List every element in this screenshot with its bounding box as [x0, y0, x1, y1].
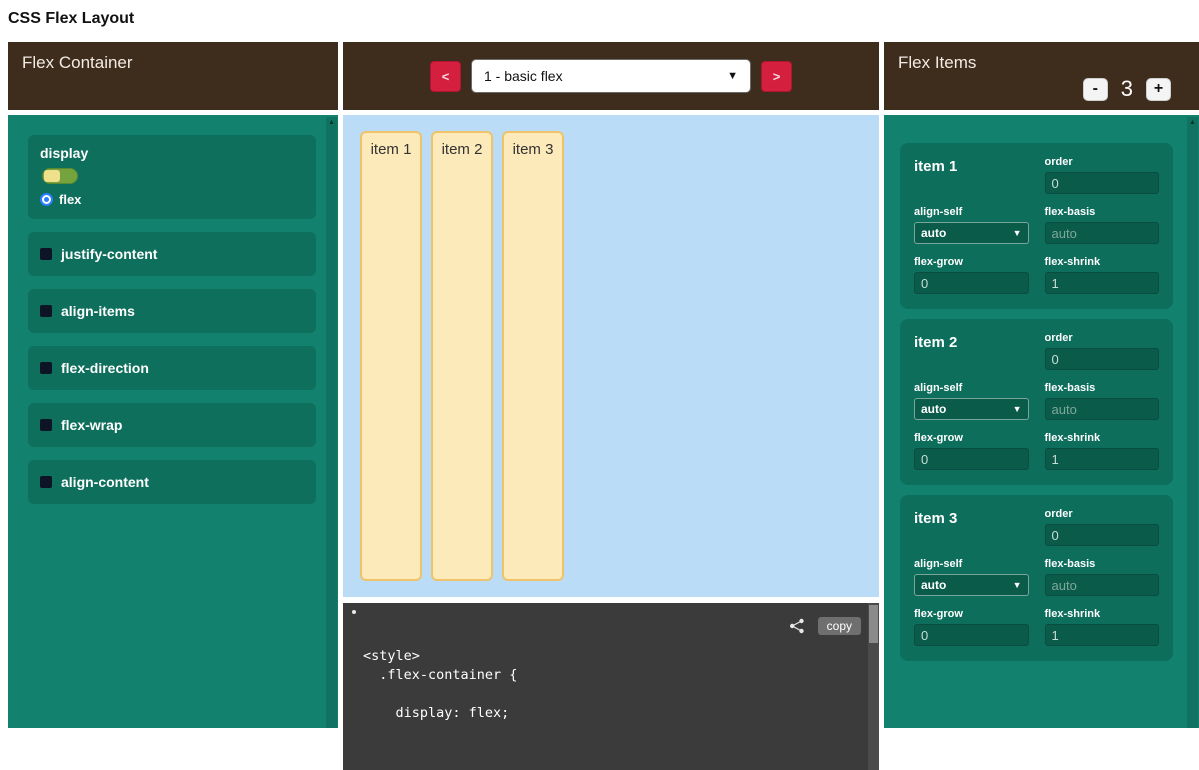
- preview-item: item 2: [431, 131, 493, 581]
- copy-button[interactable]: copy: [818, 617, 861, 635]
- align-self-label: align-self: [914, 206, 1029, 218]
- item-count: 3: [1121, 76, 1133, 102]
- flex-shrink-input[interactable]: [1045, 624, 1160, 646]
- flex-basis-input[interactable]: [1045, 222, 1160, 244]
- flex-item-card: item 2 order align-self auto ▼ flex-basi…: [900, 319, 1173, 485]
- flex-shrink-input[interactable]: [1045, 272, 1160, 294]
- flex-container-panel: Flex Container display flex justify-cont…: [8, 42, 338, 728]
- item-name: item 2: [914, 332, 1029, 370]
- flex-basis-label: flex-basis: [1045, 206, 1160, 218]
- chevron-down-icon: ▼: [727, 70, 738, 82]
- display-toggle[interactable]: [42, 168, 78, 184]
- option-align-items: align-items: [28, 289, 316, 333]
- justify-content-checkbox[interactable]: [40, 248, 52, 260]
- option-justify-content: justify-content: [28, 232, 316, 276]
- right-panel-scrollbar[interactable]: ▲: [1187, 117, 1198, 728]
- flex-basis-input[interactable]: [1045, 398, 1160, 420]
- align-self-value: auto: [921, 402, 946, 416]
- chevron-down-icon: ▼: [1013, 228, 1022, 238]
- align-self-value: auto: [921, 578, 946, 592]
- flex-item-card: item 1 order align-self auto ▼ flex-basi…: [900, 143, 1173, 309]
- add-item-button[interactable]: +: [1146, 78, 1171, 101]
- flex-direction-checkbox[interactable]: [40, 362, 52, 374]
- display-card: display flex: [28, 135, 316, 219]
- item-name: item 3: [914, 508, 1029, 546]
- option-flex-direction: flex-direction: [28, 346, 316, 390]
- left-panel-scrollbar[interactable]: ▲: [326, 117, 337, 728]
- flex-grow-label: flex-grow: [914, 432, 1029, 444]
- example-select-value: 1 - basic flex: [484, 68, 563, 84]
- chevron-down-icon: ▼: [1013, 404, 1022, 414]
- toggle-knob-icon: [44, 170, 60, 182]
- example-nav: < 1 - basic flex ▼ >: [343, 42, 879, 110]
- share-icon[interactable]: [789, 618, 805, 634]
- align-self-value: auto: [921, 226, 946, 240]
- scroll-up-icon[interactable]: ▲: [326, 117, 337, 128]
- align-self-label: align-self: [914, 558, 1029, 570]
- code-bullet-icon: [352, 610, 356, 614]
- preview-item: item 3: [502, 131, 564, 581]
- display-label: display: [40, 145, 304, 161]
- prev-example-button[interactable]: <: [430, 61, 461, 92]
- align-self-select[interactable]: auto ▼: [914, 222, 1029, 244]
- order-input[interactable]: [1045, 524, 1160, 546]
- remove-item-button[interactable]: -: [1083, 78, 1108, 101]
- order-label: order: [1045, 508, 1160, 520]
- flex-grow-input[interactable]: [914, 448, 1029, 470]
- preview-item: item 1: [360, 131, 422, 581]
- css-code: <style> .flex-container { display: flex;: [363, 647, 517, 723]
- next-example-button[interactable]: >: [761, 61, 792, 92]
- code-scrollbar-thumb[interactable]: [869, 605, 878, 643]
- option-flex-wrap: flex-wrap: [28, 403, 316, 447]
- flex-grow-input[interactable]: [914, 624, 1029, 646]
- flex-radio[interactable]: [40, 193, 53, 206]
- item-name: item 1: [914, 156, 1029, 194]
- flex-shrink-input[interactable]: [1045, 448, 1160, 470]
- chevron-down-icon: ▼: [1013, 580, 1022, 590]
- flex-wrap-checkbox[interactable]: [40, 419, 52, 431]
- order-input[interactable]: [1045, 172, 1160, 194]
- align-content-checkbox[interactable]: [40, 476, 52, 488]
- example-select[interactable]: 1 - basic flex ▼: [471, 59, 751, 93]
- flex-shrink-label: flex-shrink: [1045, 608, 1160, 620]
- flex-wrap-label: flex-wrap: [61, 417, 122, 433]
- flex-basis-label: flex-basis: [1045, 558, 1160, 570]
- flex-basis-label: flex-basis: [1045, 382, 1160, 394]
- order-label: order: [1045, 156, 1160, 168]
- align-self-select[interactable]: auto ▼: [914, 398, 1029, 420]
- align-content-label: align-content: [61, 474, 149, 490]
- flex-items-panel: Flex Items - 3 + item 1 order align-self: [884, 42, 1199, 728]
- order-input[interactable]: [1045, 348, 1160, 370]
- code-scrollbar[interactable]: [868, 603, 879, 770]
- flex-radio-label: flex: [59, 192, 81, 207]
- flex-container-panel-title: Flex Container: [8, 42, 338, 110]
- preview-panel: < 1 - basic flex ▼ > item 1 item 2 item …: [343, 42, 879, 728]
- flex-grow-label: flex-grow: [914, 608, 1029, 620]
- align-self-select[interactable]: auto ▼: [914, 574, 1029, 596]
- align-items-checkbox[interactable]: [40, 305, 52, 317]
- option-align-content: align-content: [28, 460, 316, 504]
- order-label: order: [1045, 332, 1160, 344]
- flex-direction-label: flex-direction: [61, 360, 149, 376]
- justify-content-label: justify-content: [61, 246, 157, 262]
- scroll-up-icon[interactable]: ▲: [1187, 117, 1198, 128]
- flex-items-panel-title: Flex Items: [898, 53, 976, 72]
- align-self-label: align-self: [914, 382, 1029, 394]
- flex-shrink-label: flex-shrink: [1045, 432, 1160, 444]
- flex-shrink-label: flex-shrink: [1045, 256, 1160, 268]
- flex-preview-container: item 1 item 2 item 3: [343, 115, 879, 597]
- flex-grow-label: flex-grow: [914, 256, 1029, 268]
- code-panel: copy <style> .flex-container { display: …: [343, 603, 879, 770]
- flex-grow-input[interactable]: [914, 272, 1029, 294]
- flex-basis-input[interactable]: [1045, 574, 1160, 596]
- flex-item-card: item 3 order align-self auto ▼ flex-basi…: [900, 495, 1173, 661]
- align-items-label: align-items: [61, 303, 135, 319]
- page-title: CSS Flex Layout: [8, 10, 134, 28]
- item-counter: - 3 +: [1083, 76, 1171, 102]
